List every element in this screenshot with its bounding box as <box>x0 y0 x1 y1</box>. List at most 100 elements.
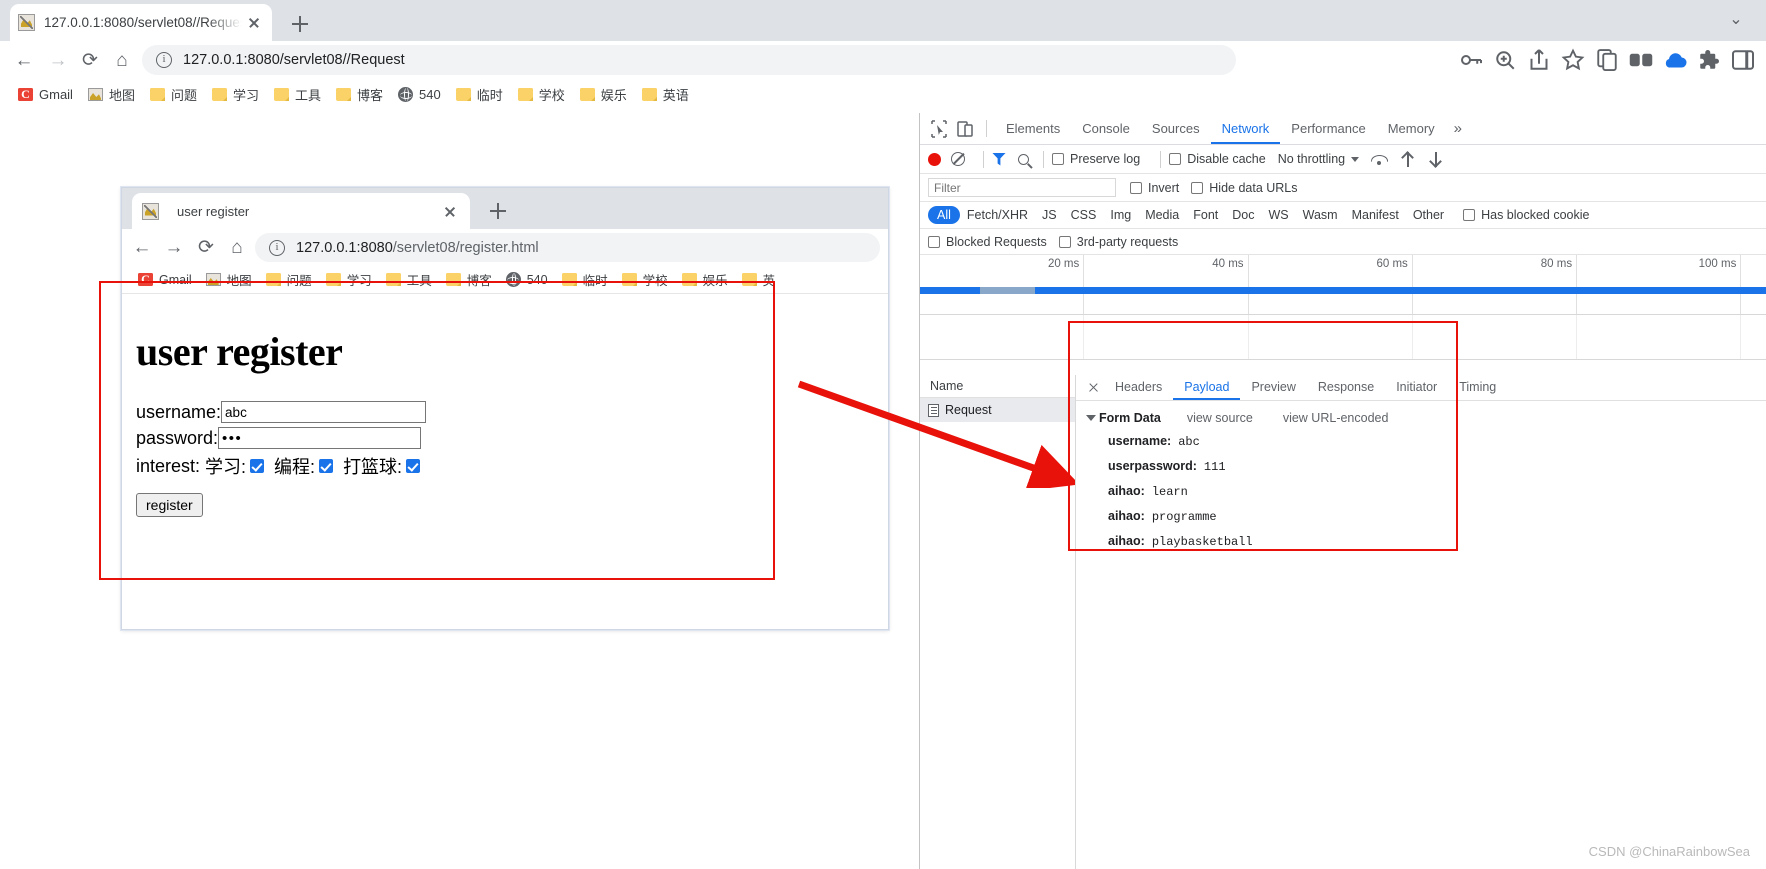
import-arrow-icon[interactable] <box>1400 150 1415 167</box>
back-button[interactable]: ← <box>12 49 36 73</box>
detail-tab-preview[interactable]: Preview <box>1240 375 1306 400</box>
bookmark-item-7[interactable]: 临时 <box>450 83 509 107</box>
type-filter-all[interactable]: All <box>928 206 960 224</box>
bookmark-item-2[interactable]: 问题 <box>144 83 203 107</box>
bookmark-item-9[interactable]: 娱乐 <box>676 268 734 292</box>
new-tab-button[interactable] <box>286 10 314 38</box>
bookmark-item-0[interactable]: C Gmail <box>132 268 198 292</box>
bookmark-item-7[interactable]: 临时 <box>556 268 614 292</box>
password-input[interactable] <box>218 427 422 449</box>
type-filter-media[interactable]: Media <box>1138 208 1186 222</box>
bookmark-item-4[interactable]: 工具 <box>380 268 438 292</box>
interest-checkbox-1[interactable] <box>319 459 334 473</box>
filter-input[interactable] <box>928 178 1116 197</box>
disable-cache-checkbox[interactable]: Disable cache <box>1169 152 1266 166</box>
view-url-encoded-link[interactable]: view URL-encoded <box>1283 411 1389 425</box>
blocked-requests-checkbox[interactable]: Blocked Requests <box>928 235 1047 249</box>
inner-reload-button[interactable]: ⟳ <box>194 236 218 260</box>
reload-button[interactable]: ⟳ <box>78 49 102 73</box>
type-filter-doc[interactable]: Doc <box>1225 208 1261 222</box>
copy-icon[interactable] <box>1592 45 1622 75</box>
bookmark-item-0[interactable]: C Gmail <box>12 83 79 107</box>
device-toggle-icon[interactable] <box>952 117 978 141</box>
devtools-tab-memory[interactable]: Memory <box>1377 113 1446 144</box>
type-filter-other[interactable]: Other <box>1406 208 1451 222</box>
detail-tab-payload[interactable]: Payload <box>1173 375 1240 400</box>
home-button[interactable]: ⌂ <box>110 49 134 73</box>
type-filter-js[interactable]: JS <box>1035 208 1064 222</box>
bookmark-item-3[interactable]: 学习 <box>206 83 265 107</box>
bookmark-star-icon[interactable] <box>1558 45 1588 75</box>
password-key-icon[interactable] <box>1456 45 1486 75</box>
view-source-link[interactable]: view source <box>1187 411 1253 425</box>
invert-checkbox[interactable]: Invert <box>1130 181 1179 195</box>
browser-tab[interactable]: 127.0.0.1:8080/servlet08//Request <box>10 4 272 41</box>
bookmark-item-1[interactable]: 地图 <box>82 83 141 107</box>
bookmark-item-4[interactable]: 工具 <box>268 83 327 107</box>
record-dot-icon[interactable] <box>928 152 941 166</box>
more-panels-icon[interactable]: » <box>1446 120 1470 137</box>
bookmark-item-10[interactable]: 英 <box>736 268 782 292</box>
type-filter-fetch-xhr[interactable]: Fetch/XHR <box>960 208 1035 222</box>
bookmark-item-6[interactable]: 540 <box>392 83 447 107</box>
type-filter-font[interactable]: Font <box>1186 208 1225 222</box>
bookmark-item-10[interactable]: 英语 <box>636 83 695 107</box>
inner-back-button[interactable]: ← <box>130 236 154 260</box>
bookmark-item-2[interactable]: 问题 <box>260 268 318 292</box>
devtools-tab-console[interactable]: Console <box>1071 113 1141 144</box>
close-icon[interactable] <box>440 201 460 221</box>
bookmark-item-9[interactable]: 娱乐 <box>574 83 633 107</box>
close-icon[interactable] <box>244 13 264 33</box>
inner-new-tab-button[interactable] <box>485 198 511 224</box>
inner-address-bar[interactable]: 127.0.0.1:8080/servlet08/register.html <box>255 233 880 262</box>
form-data-header[interactable]: Form Data view source view URL-encoded <box>1086 411 1766 425</box>
inner-browser-tab[interactable]: user register <box>132 193 470 229</box>
wifi-icon[interactable] <box>1371 153 1387 165</box>
type-filter-manifest[interactable]: Manifest <box>1345 208 1406 222</box>
third-party-requests-checkbox[interactable]: 3rd-party requests <box>1058 235 1178 249</box>
zoom-icon[interactable] <box>1490 45 1520 75</box>
clear-icon[interactable] <box>951 152 965 166</box>
type-filter-ws[interactable]: WS <box>1261 208 1295 222</box>
export-arrow-icon[interactable] <box>1428 151 1443 168</box>
network-timeline[interactable]: 20 ms 40 ms 60 ms 80 ms 100 ms <box>920 255 1766 315</box>
inner-forward-button[interactable]: → <box>162 236 186 260</box>
sidebar-icon[interactable] <box>1728 45 1758 75</box>
type-filter-wasm[interactable]: Wasm <box>1296 208 1345 222</box>
devtools-tab-elements[interactable]: Elements <box>995 113 1071 144</box>
type-filter-img[interactable]: Img <box>1103 208 1138 222</box>
devtools-tab-performance[interactable]: Performance <box>1280 113 1376 144</box>
detail-tab-headers[interactable]: Headers <box>1104 375 1173 400</box>
detail-tab-timing[interactable]: Timing <box>1448 375 1507 400</box>
address-bar[interactable]: 127.0.0.1:8080/servlet08//Request <box>142 45 1236 75</box>
search-icon[interactable] <box>1018 153 1029 165</box>
detail-tab-response[interactable]: Response <box>1307 375 1385 400</box>
bookmark-item-8[interactable]: 学校 <box>616 268 674 292</box>
register-button[interactable]: register <box>136 493 203 517</box>
bookmark-item-3[interactable]: 学习 <box>320 268 378 292</box>
inner-home-button[interactable]: ⌂ <box>225 236 249 260</box>
has-blocked-cookies-checkbox[interactable]: Has blocked cookie <box>1463 208 1590 222</box>
screen-split-icon[interactable] <box>1626 45 1656 75</box>
hide-data-urls-checkbox[interactable]: Hide data URLs <box>1191 181 1298 195</box>
bookmark-item-6[interactable]: 540 <box>500 268 554 292</box>
bookmark-item-5[interactable]: 博客 <box>440 268 498 292</box>
type-filter-css[interactable]: CSS <box>1064 208 1104 222</box>
bookmark-item-8[interactable]: 学校 <box>512 83 571 107</box>
chevron-down-icon[interactable] <box>1086 415 1096 421</box>
detail-tab-initiator[interactable]: Initiator <box>1385 375 1448 400</box>
interest-checkbox-2[interactable] <box>406 459 421 473</box>
bookmark-item-1[interactable]: 地图 <box>200 268 258 292</box>
username-input[interactable] <box>221 401 427 423</box>
close-icon[interactable] <box>1082 377 1104 399</box>
devtools-tab-network[interactable]: Network <box>1211 113 1281 144</box>
extensions-puzzle-icon[interactable] <box>1694 45 1724 75</box>
funnel-icon[interactable] <box>992 152 1006 166</box>
share-icon[interactable] <box>1524 45 1554 75</box>
chevron-down-icon[interactable] <box>1351 156 1360 162</box>
throttling-select[interactable]: No throttling <box>1278 152 1345 166</box>
bookmark-item-5[interactable]: 博客 <box>330 83 389 107</box>
cloud-sync-icon[interactable] <box>1660 45 1690 75</box>
window-minimize-button[interactable]: ⌄ <box>1724 12 1748 28</box>
devtools-tab-sources[interactable]: Sources <box>1141 113 1211 144</box>
